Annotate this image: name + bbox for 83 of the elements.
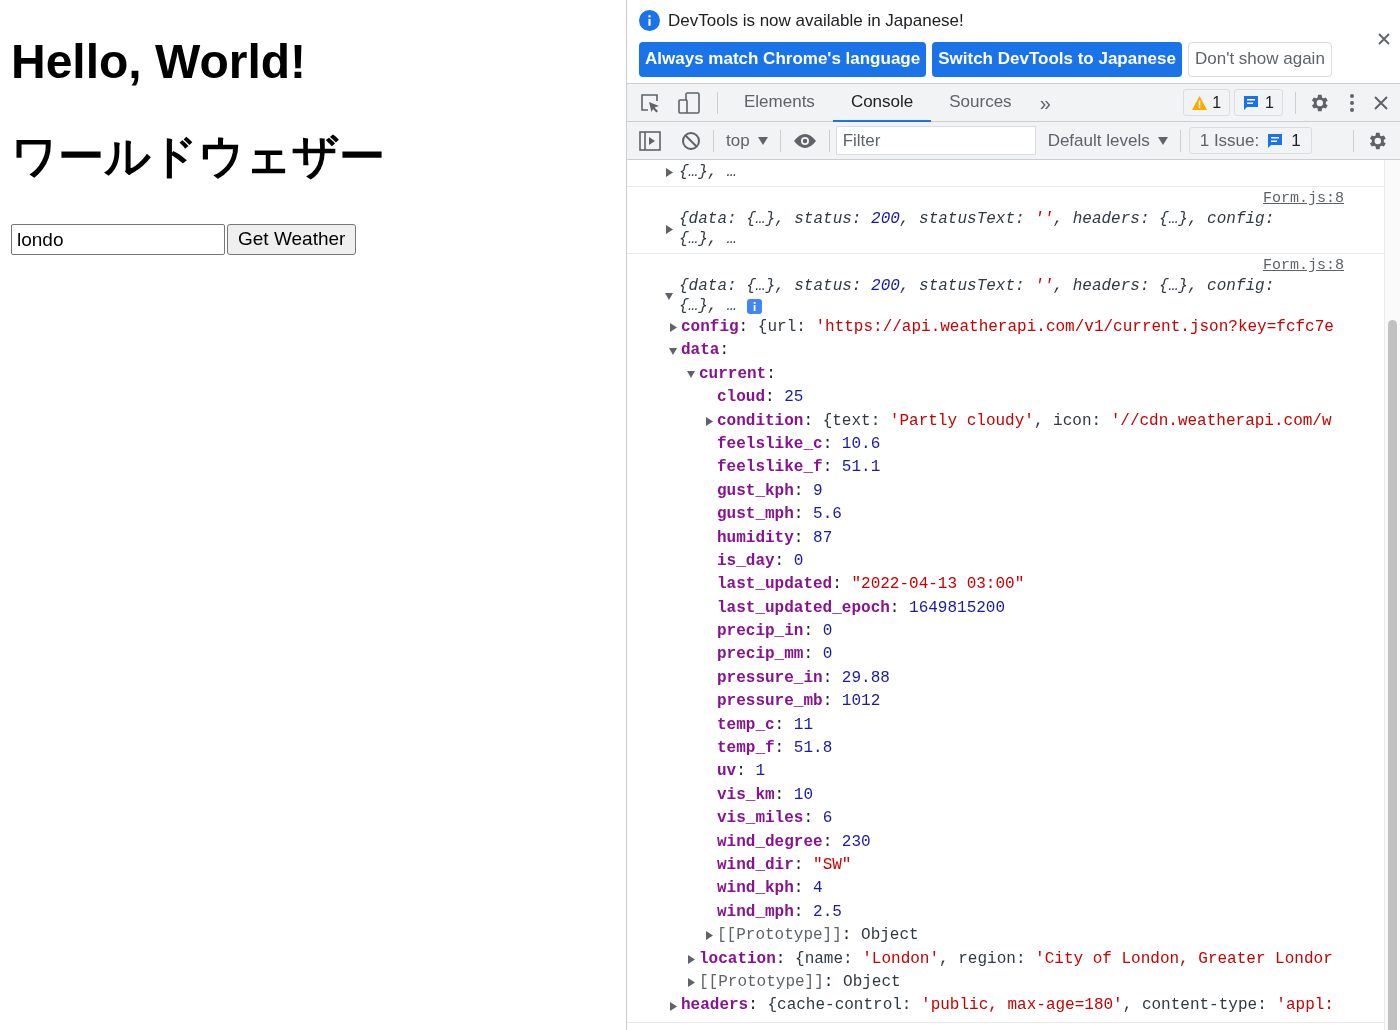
dropdown-caret-icon (757, 136, 768, 145)
property-entry: temp_f: 51.8 (717, 738, 833, 760)
expand-triangle-icon[interactable] (687, 978, 695, 988)
property-entry: uv: 1 (717, 761, 766, 783)
expand-triangle-icon[interactable] (669, 1001, 677, 1011)
property-entry: data: (681, 340, 729, 362)
scrollbar-thumb[interactable] (1388, 320, 1397, 1030)
property-entry: [[Prototype]]: Object (699, 971, 901, 993)
property-entry: current: (699, 363, 776, 385)
property-entry: precip_in: 0 (717, 621, 833, 643)
get-weather-button[interactable]: Get Weather (227, 224, 357, 255)
warnings-counter[interactable]: 1 (1183, 89, 1231, 116)
context-dropdown[interactable]: top (726, 127, 768, 154)
log-levels-dropdown[interactable]: Default levels (1047, 127, 1168, 154)
collapse-triangle-icon[interactable] (665, 291, 673, 301)
more-options-icon[interactable] (1350, 93, 1354, 112)
property-entry: is_day: 0 (717, 550, 804, 572)
app-title: ワールドウェザー (11, 128, 386, 185)
property-entry: wind_mph: 2.5 (717, 901, 842, 923)
expand-triangle-icon[interactable] (665, 167, 673, 177)
property-entry: gust_mph: 5.6 (717, 504, 842, 526)
property-entry: location: {name: 'London', region: 'City of London, Greater Londor (699, 948, 1333, 970)
infobar-message: DevTools is now available in Japanese! (668, 10, 964, 32)
infobar-button[interactable]: Don't show again (1187, 41, 1332, 77)
property-entry: humidity: 87 (717, 527, 833, 549)
property-entry: [[Prototype]]: Object (717, 925, 919, 947)
expand-triangle-icon[interactable] (687, 954, 695, 964)
property-entry: config: {url: 'https://api.weatherapi.com/v1/current.json?key=fcfc7e (681, 317, 1334, 338)
property-entry: headers: {cache-control: 'public, max-age=180', content-type: 'appl: (681, 995, 1334, 1017)
device-toolbar-icon[interactable] (677, 90, 701, 115)
sidebar-toggle-icon[interactable] (639, 130, 661, 151)
info-icon (746, 298, 762, 314)
messages-counter[interactable]: 1 (1234, 89, 1283, 116)
property-entry: feelslike_f: 51.1 (717, 457, 881, 479)
city-input[interactable]: londo (11, 224, 225, 255)
expand-triangle-icon[interactable] (669, 323, 677, 333)
property-entry: condition: {text: 'Partly cloudy', icon: '//cdn.weatherapi.com/w (717, 410, 1332, 432)
source-link[interactable]: Form.js:8 (1263, 189, 1344, 209)
dropdown-caret-icon (1157, 136, 1168, 145)
property-entry: precip_mm: 0 (717, 644, 833, 666)
close-icon[interactable] (1374, 95, 1388, 110)
source-link[interactable]: Form.js:8 (1263, 256, 1344, 276)
property-entry: feelslike_c: 10.6 (717, 433, 881, 455)
property-entry: last_updated_epoch: 1649815200 (717, 597, 1006, 619)
property-entry: pressure_in: 29.88 (717, 667, 890, 689)
property-entry: temp_c: 11 (717, 714, 814, 736)
property-entry: pressure_mb: 1012 (717, 691, 881, 713)
property-entry: cloud: 25 (717, 387, 804, 409)
message-icon (1243, 94, 1260, 111)
object-summary: {data: {…}, status: 200, statusText: '', headers: {…}, config: (679, 209, 1275, 229)
expand-triangle-icon[interactable] (705, 931, 713, 941)
collapse-triangle-icon[interactable] (687, 369, 695, 379)
expand-triangle-icon[interactable] (705, 416, 713, 426)
inspect-element-icon[interactable] (639, 91, 661, 114)
page-heading: Hello, World! (11, 34, 308, 90)
filter-field[interactable]: Filter (835, 126, 1036, 155)
property-entry: vis_miles: 6 (717, 808, 833, 830)
info-icon (639, 10, 660, 32)
issues-label: 1 Issue: (1199, 129, 1260, 152)
infobar-button[interactable]: Always match Chrome's language (639, 41, 927, 77)
more-tabs-button[interactable]: » (1029, 87, 1061, 118)
panel-tab[interactable]: Sources (931, 83, 1030, 122)
property-entry: wind_dir: "SW" (717, 855, 852, 876)
expand-triangle-icon[interactable] (665, 224, 673, 234)
property-entry: wind_degree: 230 (717, 831, 871, 853)
issues-counter[interactable]: 1 Issue: 1 (1188, 127, 1312, 154)
infobar-button[interactable]: Switch DevTools to Japanese (932, 41, 1182, 77)
panel-tab[interactable]: Elements (726, 83, 833, 122)
object-summary: {…}, … (679, 229, 737, 249)
close-icon[interactable] (1378, 33, 1390, 45)
object-summary: {…}, … (679, 162, 737, 182)
object-summary: {…}, … (679, 296, 737, 316)
eye-icon[interactable] (792, 132, 817, 149)
property-entry: wind_kph: 4 (717, 878, 823, 900)
property-entry: vis_km: 10 (717, 784, 814, 806)
property-entry: gust_kph: 9 (717, 480, 823, 502)
clear-console-icon[interactable] (681, 130, 701, 151)
collapse-triangle-icon[interactable] (669, 346, 677, 356)
object-summary: {data: {…}, status: 200, statusText: '', headers: {…}, config: (679, 276, 1275, 296)
message-icon (1267, 132, 1284, 149)
warning-icon (1192, 95, 1208, 110)
property-entry: last_updated: "2022-04-13 03:00" (717, 574, 1025, 596)
issues-count: 1 (1291, 129, 1301, 152)
